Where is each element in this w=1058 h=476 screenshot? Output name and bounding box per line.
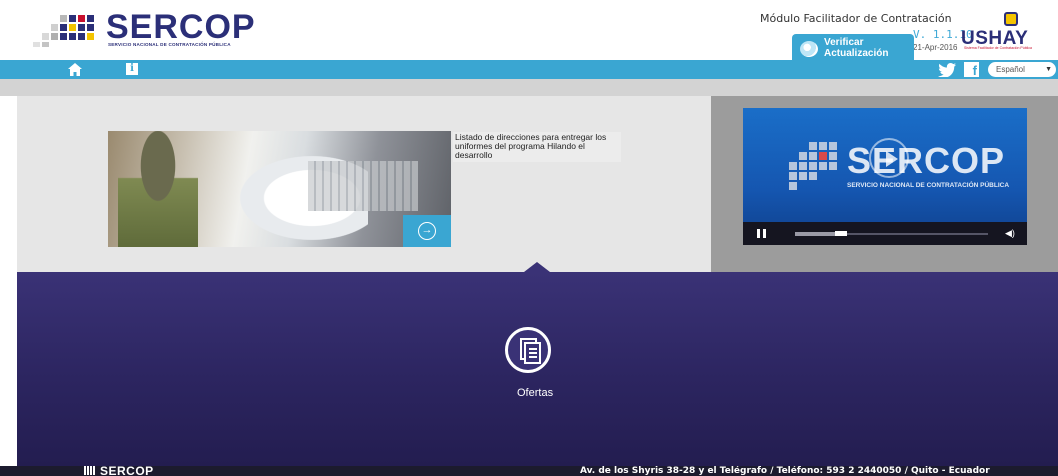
ushay-logo: USHAY Sistema Facilitador de Contratació…	[960, 8, 1056, 52]
logo-subtitle: SERVICIO NACIONAL DE CONTRATACIÓN PÚBLIC…	[108, 42, 231, 47]
play-icon[interactable]	[869, 138, 909, 178]
video-player[interactable]: SERCOP SERVICIO NACIONAL DE CONTRATACIÓN…	[743, 108, 1027, 245]
video-controls: ◀)	[743, 222, 1027, 245]
header-divider	[0, 79, 1058, 96]
footer-address: Av. de los Shyris 38-28 y el Telégrafo /…	[580, 466, 990, 476]
news-caption[interactable]: Listado de direcciones para entregar los…	[453, 132, 621, 162]
sercop-logo[interactable]: SERCOP SERVICIO NACIONAL DE CONTRATACIÓN…	[32, 9, 282, 49]
module-title: Módulo Facilitador de Contratación	[760, 12, 952, 25]
ushay-logo-subtitle: Sistema Facilitador de Contratación Públ…	[964, 46, 1032, 50]
pause-icon[interactable]	[757, 229, 766, 238]
video-logo-mark	[789, 142, 845, 198]
footer-logo-mark	[84, 466, 96, 475]
footer-logo: SERCOP	[84, 466, 154, 476]
twitter-icon[interactable]	[938, 63, 956, 77]
section-pointer	[524, 262, 550, 272]
document-icon	[524, 342, 541, 364]
version-date: 21-Apr-2016	[913, 43, 958, 52]
verify-button-line2: Actualización	[824, 48, 889, 59]
news-next-button[interactable]: →	[403, 215, 451, 247]
photo-machine	[308, 161, 418, 211]
photo-worker	[118, 131, 198, 247]
news-slider: Listado de direcciones para entregar los…	[17, 96, 711, 272]
page-root: SERCOP SERVICIO NACIONAL DE CONTRATACIÓN…	[0, 0, 1058, 476]
info-icon[interactable]: i	[126, 63, 138, 75]
verify-button-line1: Verificar	[824, 37, 864, 48]
language-select[interactable]: Español ▼	[988, 62, 1056, 77]
refresh-icon	[800, 41, 818, 57]
facebook-icon[interactable]: f	[964, 62, 979, 77]
footer-logo-text: SERCOP	[100, 466, 154, 476]
header: SERCOP SERVICIO NACIONAL DE CONTRATACIÓN…	[0, 0, 1058, 64]
video-panel: SERCOP SERVICIO NACIONAL DE CONTRATACIÓN…	[711, 96, 1058, 272]
language-value: Español	[996, 65, 1025, 74]
left-margin	[0, 96, 17, 466]
home-icon[interactable]	[68, 63, 82, 76]
footer: SERCOP Av. de los Shyris 38-28 y el Telé…	[0, 466, 1058, 476]
ofertas-icon[interactable]	[505, 327, 551, 373]
sercop-logo-mark	[33, 15, 94, 47]
ushay-logo-icon	[1004, 12, 1018, 26]
ofertas-label[interactable]: Ofertas	[498, 387, 578, 399]
arrow-right-icon: →	[418, 222, 436, 240]
chevron-down-icon: ▼	[1045, 66, 1052, 73]
news-photo[interactable]	[108, 131, 451, 247]
volume-icon[interactable]: ◀)	[1005, 228, 1017, 238]
logo-text: SERCOP	[106, 8, 256, 46]
video-logo-subtitle: SERVICIO NACIONAL DE CONTRATACIÓN PÚBLIC…	[847, 182, 1010, 189]
video-progress-handle[interactable]	[835, 231, 847, 236]
nav-bar: i f Español ▼	[0, 60, 1058, 79]
